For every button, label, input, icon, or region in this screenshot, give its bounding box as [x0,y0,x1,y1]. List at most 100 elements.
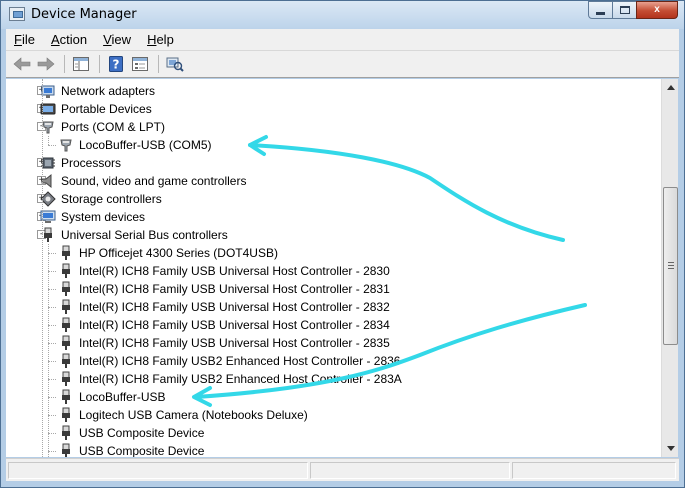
scan-hardware-icon [166,57,184,72]
tree-category[interactable]: Sound, video and game controllers [40,172,246,190]
usb-icon [58,443,74,457]
tree-item-label: Intel(R) ICH8 Family USB Universal Host … [79,318,390,332]
tree-item-label: Ports (COM & LPT) [61,120,166,134]
tree-connector [48,415,56,416]
tree-item-label: USB Composite Device [79,444,205,457]
forward-arrow-icon [37,57,55,71]
menu-label-rest: iew [111,32,132,47]
menu-accelerator: F [14,32,22,47]
show-hide-tree-button[interactable] [70,54,92,74]
vertical-scrollbar[interactable] [661,79,678,457]
tree-item-label: Universal Serial Bus controllers [61,228,228,242]
toolbar: ? [6,51,679,78]
port-icon [58,137,74,153]
tree-connector [48,361,56,362]
back-arrow-icon [13,57,31,71]
tree-connector [48,271,56,272]
menu-action[interactable]: Action [43,32,95,47]
caption-buttons: x [588,1,678,19]
close-button[interactable]: x [636,1,678,19]
help-icon: ? [109,56,123,72]
tree-item-label: Intel(R) ICH8 Family USB2 Enhanced Host … [79,354,401,368]
device-manager-window: Device Manager x FileActionViewHelp ? [0,0,685,488]
tree-device[interactable]: HP Officejet 4300 Series (DOT4USB) [58,244,278,262]
back-button[interactable] [11,54,33,74]
tree-item-label: Storage controllers [61,192,162,206]
tree-connector [48,253,56,254]
maximize-button[interactable] [612,1,637,19]
tree-item-label: USB Composite Device [79,426,205,440]
usb-icon [58,263,74,279]
tree-connector [48,307,56,308]
status-segment [8,462,308,479]
device-manager-icon [9,7,25,21]
usb-icon [58,245,74,261]
chevron-down-icon [666,446,675,451]
tree-category[interactable]: Universal Serial Bus controllers [40,226,228,244]
tree-connector [48,397,56,398]
tree-category[interactable]: Storage controllers [40,190,162,208]
minimize-button[interactable] [588,1,613,19]
tree-item-label: Intel(R) ICH8 Family USB Universal Host … [79,264,390,278]
toolbar-separator [64,55,65,73]
usb-icon [58,389,74,405]
tree-item-label: Network adapters [61,84,156,98]
title-bar[interactable]: Device Manager x [1,1,684,29]
menu-accelerator: A [50,32,60,47]
tree-category[interactable]: Network adapters [40,82,155,100]
scrollbar-thumb[interactable] [663,187,678,345]
tree-category[interactable]: Ports (COM & LPT) [40,118,165,136]
tree-category[interactable]: Processors [40,154,121,172]
status-bar [6,458,679,481]
tree-category[interactable]: System devices [40,208,145,226]
menu-file[interactable]: File [6,32,43,47]
tree-device[interactable]: Intel(R) ICH8 Family USB2 Enhanced Host … [58,352,400,370]
tree-device[interactable]: USB Composite Device [58,424,204,442]
scan-hardware-button[interactable] [164,54,186,74]
tree-device[interactable]: LocoBuffer-USB [58,388,166,406]
tree-connector [48,244,49,457]
usb-icon [58,281,74,297]
tree-connector [48,451,56,452]
tree-device[interactable]: Intel(R) ICH8 Family USB Universal Host … [58,262,390,280]
tree-device[interactable]: Intel(R) ICH8 Family USB Universal Host … [58,298,390,316]
tree-item-label: Intel(R) ICH8 Family USB Universal Host … [79,336,390,350]
tree-device[interactable]: Intel(R) ICH8 Family USB Universal Host … [58,334,390,352]
console-tree-icon [73,57,89,71]
tree-item-label: Processors [61,156,122,170]
properties-icon [132,57,148,71]
usb-icon [58,425,74,441]
scroll-down-button[interactable] [662,440,679,457]
device-tree[interactable]: +Network adapters+Portable Devices-Ports… [6,79,661,457]
menu-label-rest: ile [21,32,35,47]
tree-device[interactable]: Intel(R) ICH8 Family USB Universal Host … [58,316,390,334]
toolbar-separator [99,55,100,73]
help-button[interactable]: ? [105,54,127,74]
scroll-up-button[interactable] [662,79,679,96]
tree-item-label: LocoBuffer-USB [79,390,166,404]
usb-icon [58,353,74,369]
tree-item-label: Intel(R) ICH8 Family USB Universal Host … [79,282,390,296]
tree-connector [48,289,56,290]
usb-icon [58,299,74,315]
tree-item-label: Intel(R) ICH8 Family USB2 Enhanced Host … [79,372,402,386]
tree-device[interactable]: Intel(R) ICH8 Family USB2 Enhanced Host … [58,370,402,388]
tree-device[interactable]: Logitech USB Camera (Notebooks Deluxe) [58,406,308,424]
tree-connector [48,379,56,380]
properties-button[interactable] [129,54,151,74]
tree-item-label: LocoBuffer-USB (COM5) [79,138,212,152]
tree-item-label: HP Officejet 4300 Series (DOT4USB) [79,246,278,260]
menu-view[interactable]: View [95,32,139,47]
tree-device[interactable]: Intel(R) ICH8 Family USB Universal Host … [58,280,390,298]
menu-help[interactable]: Help [139,32,182,47]
tree-device[interactable]: USB Composite Device [58,442,204,457]
tree-connector [48,136,49,145]
tree-connector [48,433,56,434]
status-segment [310,462,510,479]
tree-device[interactable]: LocoBuffer-USB (COM5) [58,136,212,154]
usb-icon [58,317,74,333]
tree-category[interactable]: Portable Devices [40,100,152,118]
tree-connector [48,145,56,146]
svg-text:?: ? [113,58,120,72]
forward-button[interactable] [35,54,57,74]
